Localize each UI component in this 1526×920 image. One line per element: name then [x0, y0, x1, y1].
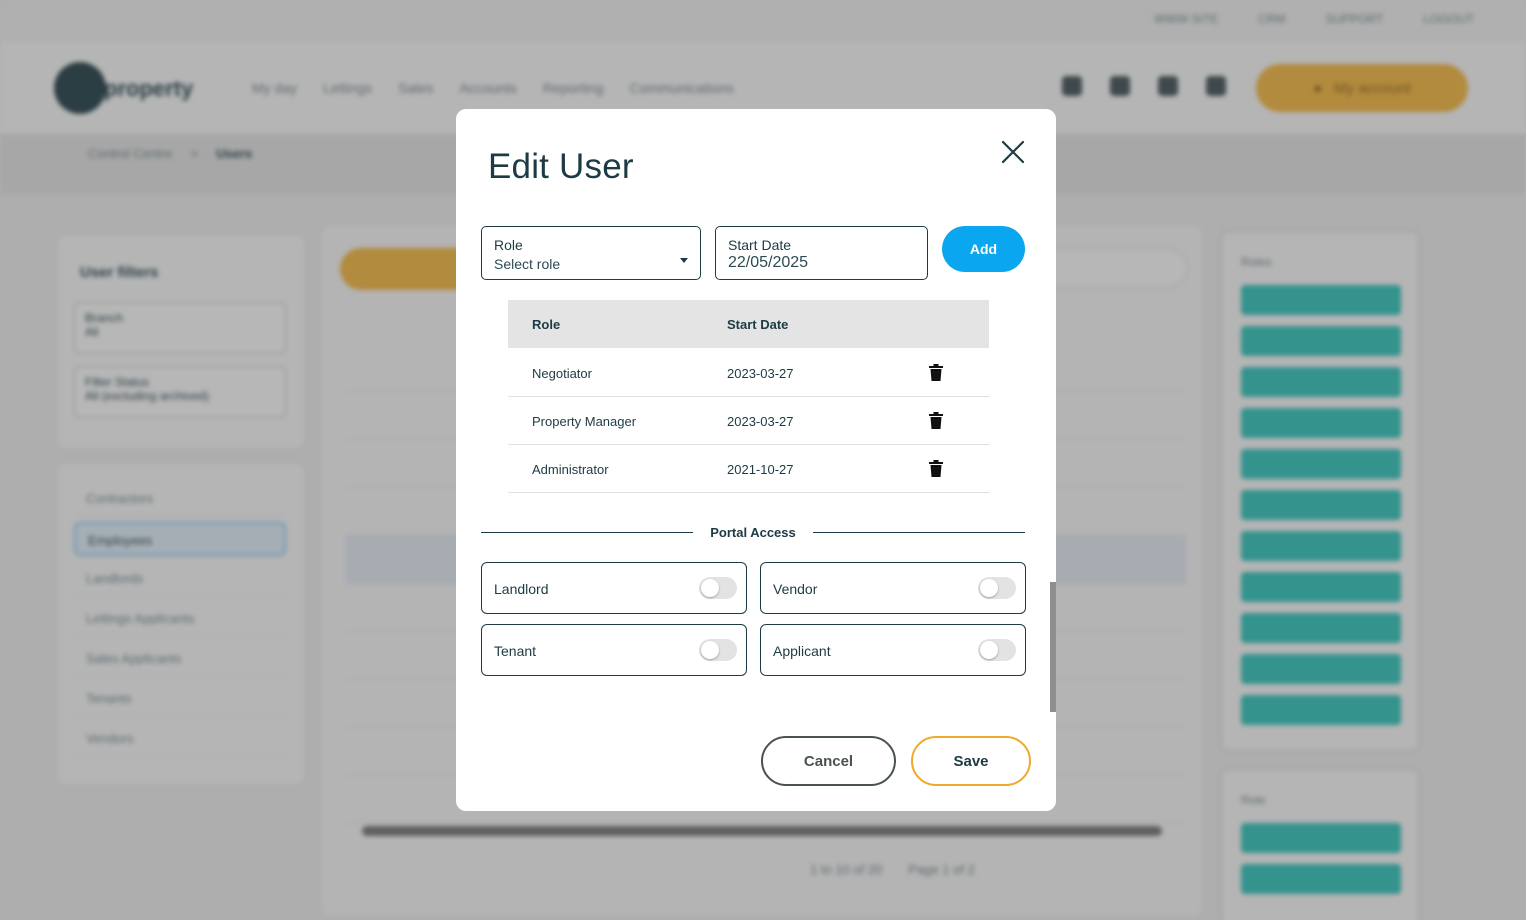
- trash-icon[interactable]: [928, 364, 944, 382]
- table-row: Negotiator 2023-03-27: [508, 349, 990, 397]
- page-scrollbar[interactable]: [1050, 582, 1056, 712]
- row-role: Property Manager: [532, 414, 637, 429]
- applicant-toggle[interactable]: [978, 639, 1016, 661]
- modal-title: Edit User: [488, 147, 634, 186]
- roles-table-header: Role Start Date: [508, 300, 989, 348]
- role-select-placeholder: Select role: [494, 256, 561, 272]
- edit-user-modal: Edit User Role Select role Start Date 22…: [456, 109, 1056, 811]
- applicant-access: Applicant: [760, 624, 1026, 676]
- header-role: Role: [532, 317, 561, 332]
- row-role: Negotiator: [532, 366, 592, 381]
- vendor-access-label: Vendor: [773, 581, 818, 597]
- role-select-label: Role: [494, 237, 523, 253]
- toggle-knob: [701, 579, 719, 597]
- start-date-value: 22/05/2025: [728, 254, 809, 271]
- portal-access-heading: Portal Access: [710, 525, 796, 540]
- table-row: Property Manager 2023-03-27: [508, 397, 990, 445]
- vendor-access: Vendor: [760, 562, 1026, 614]
- divider-line: [813, 532, 1025, 533]
- toggle-knob: [701, 641, 719, 659]
- close-button[interactable]: [996, 135, 1030, 169]
- vendor-toggle[interactable]: [978, 577, 1016, 599]
- start-date-input[interactable]: Start Date 22/05/2025: [715, 226, 928, 280]
- header-start-date: Start Date: [727, 317, 789, 332]
- toggle-knob: [980, 641, 998, 659]
- trash-icon[interactable]: [928, 412, 944, 430]
- save-button[interactable]: Save: [911, 736, 1031, 786]
- close-icon: [1001, 140, 1025, 164]
- landlord-toggle[interactable]: [699, 577, 737, 599]
- caret-down-icon: [680, 258, 688, 263]
- row-start-date: 2023-03-27: [727, 414, 794, 429]
- start-date-label: Start Date: [728, 237, 792, 253]
- tenant-access-label: Tenant: [494, 643, 537, 659]
- landlord-access-label: Landlord: [494, 581, 549, 597]
- row-start-date: 2021-10-27: [727, 462, 794, 477]
- tenant-toggle[interactable]: [699, 639, 737, 661]
- role-select[interactable]: Role Select role: [481, 226, 701, 280]
- tenant-access: Tenant: [481, 624, 747, 676]
- applicant-access-label: Applicant: [773, 643, 831, 659]
- trash-icon[interactable]: [928, 460, 944, 478]
- row-role: Administrator: [532, 462, 609, 477]
- cancel-button[interactable]: Cancel: [761, 736, 896, 786]
- add-role-button[interactable]: Add: [942, 226, 1025, 272]
- divider-line: [481, 532, 693, 533]
- row-start-date: 2023-03-27: [727, 366, 794, 381]
- table-row: Administrator 2021-10-27: [508, 445, 990, 493]
- toggle-knob: [980, 579, 998, 597]
- landlord-access: Landlord: [481, 562, 747, 614]
